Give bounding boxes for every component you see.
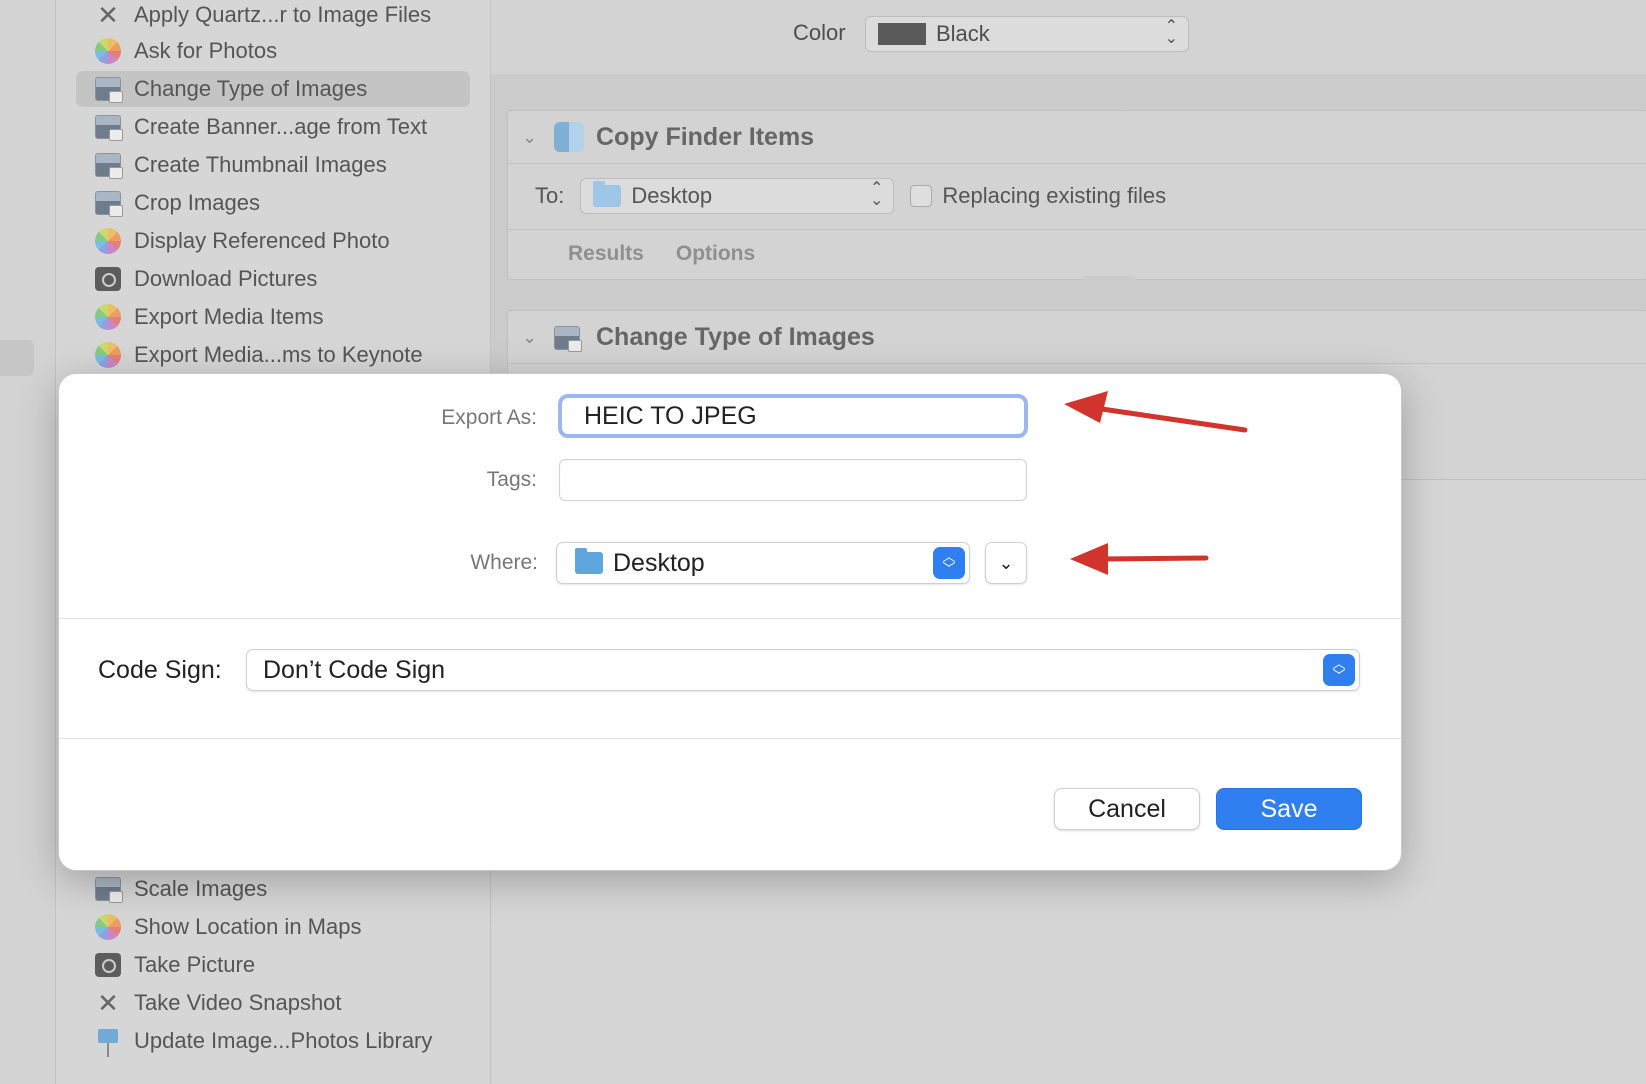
- photos-icon: [94, 37, 122, 65]
- code-sign-value: Don’t Code Sign: [263, 655, 446, 684]
- camera-icon: [94, 951, 122, 979]
- list-item[interactable]: Crop Images: [76, 185, 470, 221]
- list-item-label: Download Pictures: [134, 266, 318, 291]
- to-folder-value: Desktop: [631, 183, 713, 208]
- list-item-label: Scale Images: [134, 876, 268, 901]
- divider: [59, 618, 1401, 619]
- list-item[interactable]: Scale Images: [76, 871, 470, 907]
- where-value: Desktop: [613, 548, 705, 577]
- updown-chevron-icon: ⌃ ⌄: [869, 180, 884, 209]
- photos-icon: [94, 913, 122, 941]
- photos-icon: [94, 341, 122, 369]
- list-item[interactable]: ✕ Take Video Snapshot: [76, 985, 470, 1021]
- code-sign-popup[interactable]: Don’t Code Sign ︿ ﹀: [246, 649, 1360, 691]
- action-title: Copy Finder Items: [596, 122, 815, 151]
- replacing-files-label: Replacing existing files: [942, 183, 1167, 208]
- chevron-down-icon: ⌄: [998, 552, 1014, 573]
- list-item[interactable]: Create Banner...age from Text: [76, 109, 470, 145]
- where-label: Where:: [470, 551, 538, 574]
- action-connector: [1083, 276, 1135, 312]
- updown-chevron-icon: ︿ ﹀: [1323, 654, 1355, 686]
- image-icon: [94, 189, 123, 217]
- image-icon: [94, 75, 123, 103]
- to-row: To: Desktop ⌃ ⌄ Replacing existing files: [508, 163, 1646, 230]
- tab-options[interactable]: Options: [676, 242, 755, 266]
- far-left-selection[interactable]: [0, 340, 34, 376]
- action-tabs: Results Options: [508, 229, 755, 279]
- list-item[interactable]: Ask for Photos: [76, 33, 470, 69]
- list-item-label: Show Location in Maps: [134, 914, 362, 939]
- tools-icon: ✕: [97, 0, 119, 30]
- folder-icon: [593, 181, 622, 207]
- list-item[interactable]: Export Media Items: [76, 299, 470, 335]
- to-label: To:: [535, 183, 565, 208]
- color-swatch: [878, 23, 926, 45]
- updown-chevron-icon: ︿ ﹀: [933, 547, 965, 579]
- replacing-files-checkbox[interactable]: [910, 185, 933, 207]
- tools-icon: ✕: [97, 988, 119, 1018]
- color-label: Color: [793, 20, 846, 45]
- list-item[interactable]: Download Pictures: [76, 261, 470, 297]
- list-item-label: Take Picture: [134, 952, 256, 977]
- list-item-label: Create Banner...age from Text: [134, 114, 428, 139]
- photos-icon: [94, 303, 122, 331]
- photos-icon: [94, 227, 122, 255]
- tags-field[interactable]: [559, 459, 1027, 501]
- annotation-arrow-icon: [1064, 391, 1248, 433]
- disclosure-chevron-icon[interactable]: ⌄: [522, 327, 538, 348]
- annotation-arrow-icon: [1070, 543, 1209, 575]
- save-dialog: Export As: Tags: Where: Desktop ︿﹀ ⌄ Cod…: [58, 373, 1402, 871]
- where-popup[interactable]: Desktop ︿ ﹀: [556, 542, 970, 584]
- keynote-icon: [94, 1027, 122, 1057]
- expand-browser-button[interactable]: ⌄: [985, 542, 1027, 584]
- list-item-label: Display Referenced Photo: [134, 228, 390, 253]
- list-item-label: Update Image...Photos Library: [134, 1028, 433, 1053]
- tab-results[interactable]: Results: [568, 242, 644, 266]
- list-item[interactable]: Export Media...ms to Keynote: [76, 337, 470, 373]
- code-sign-label: Code Sign:: [98, 656, 222, 684]
- export-as-label: Export As:: [441, 406, 537, 429]
- divider: [59, 738, 1401, 739]
- tags-label: Tags:: [486, 468, 537, 491]
- action-title: Change Type of Images: [596, 322, 875, 351]
- color-row: Color Black ⌃ ⌄: [491, 0, 1646, 74]
- list-item[interactable]: Take Picture: [76, 947, 470, 983]
- to-folder-popup[interactable]: Desktop ⌃ ⌄: [580, 178, 895, 214]
- list-item-label: Ask for Photos: [134, 38, 278, 63]
- list-item-selected[interactable]: Change Type of Images: [76, 71, 470, 107]
- camera-icon: [94, 265, 122, 293]
- export-as-field[interactable]: [558, 394, 1028, 438]
- image-icon: [554, 322, 584, 352]
- list-item-label: Export Media Items: [134, 304, 324, 329]
- list-item-label: Crop Images: [134, 190, 260, 215]
- action-header: ⌄ Copy Finder Items: [508, 111, 1646, 164]
- list-item[interactable]: Create Thumbnail Images: [76, 147, 470, 183]
- action-header: ⌄ Change Type of Images: [508, 311, 1646, 364]
- action-connector: [1083, 74, 1135, 110]
- list-item[interactable]: Display Referenced Photo: [76, 223, 470, 259]
- list-item[interactable]: ✕ Apply Quartz...r to Image Files: [76, 0, 470, 33]
- copy-finder-items-action: ⌄ Copy Finder Items To: Desktop ⌃ ⌄ Repla…: [507, 110, 1646, 280]
- list-item[interactable]: Show Location in Maps: [76, 909, 470, 945]
- export-as-input[interactable]: [582, 400, 1006, 432]
- list-item-label: Export Media...ms to Keynote: [134, 342, 423, 367]
- image-icon: [94, 151, 123, 179]
- list-item-label: Change Type of Images: [134, 76, 368, 101]
- far-left-panel: [0, 0, 56, 1084]
- disclosure-chevron-icon[interactable]: ⌄: [522, 127, 538, 148]
- list-item-label: Apply Quartz...r to Image Files: [134, 2, 432, 27]
- finder-icon: [554, 122, 584, 152]
- color-popup[interactable]: Black ⌃ ⌄: [865, 16, 1189, 52]
- image-icon: [94, 875, 123, 903]
- updown-chevron-icon: ⌃ ⌄: [1164, 18, 1178, 47]
- image-icon: [94, 113, 123, 141]
- folder-icon: [575, 548, 603, 574]
- color-value: Black: [936, 21, 990, 46]
- save-button[interactable]: Save: [1216, 788, 1362, 830]
- cancel-button[interactable]: Cancel: [1054, 788, 1200, 830]
- list-item-label: Take Video Snapshot: [134, 990, 342, 1015]
- list-item[interactable]: Update Image...Photos Library: [76, 1023, 470, 1059]
- list-item-label: Create Thumbnail Images: [134, 152, 387, 177]
